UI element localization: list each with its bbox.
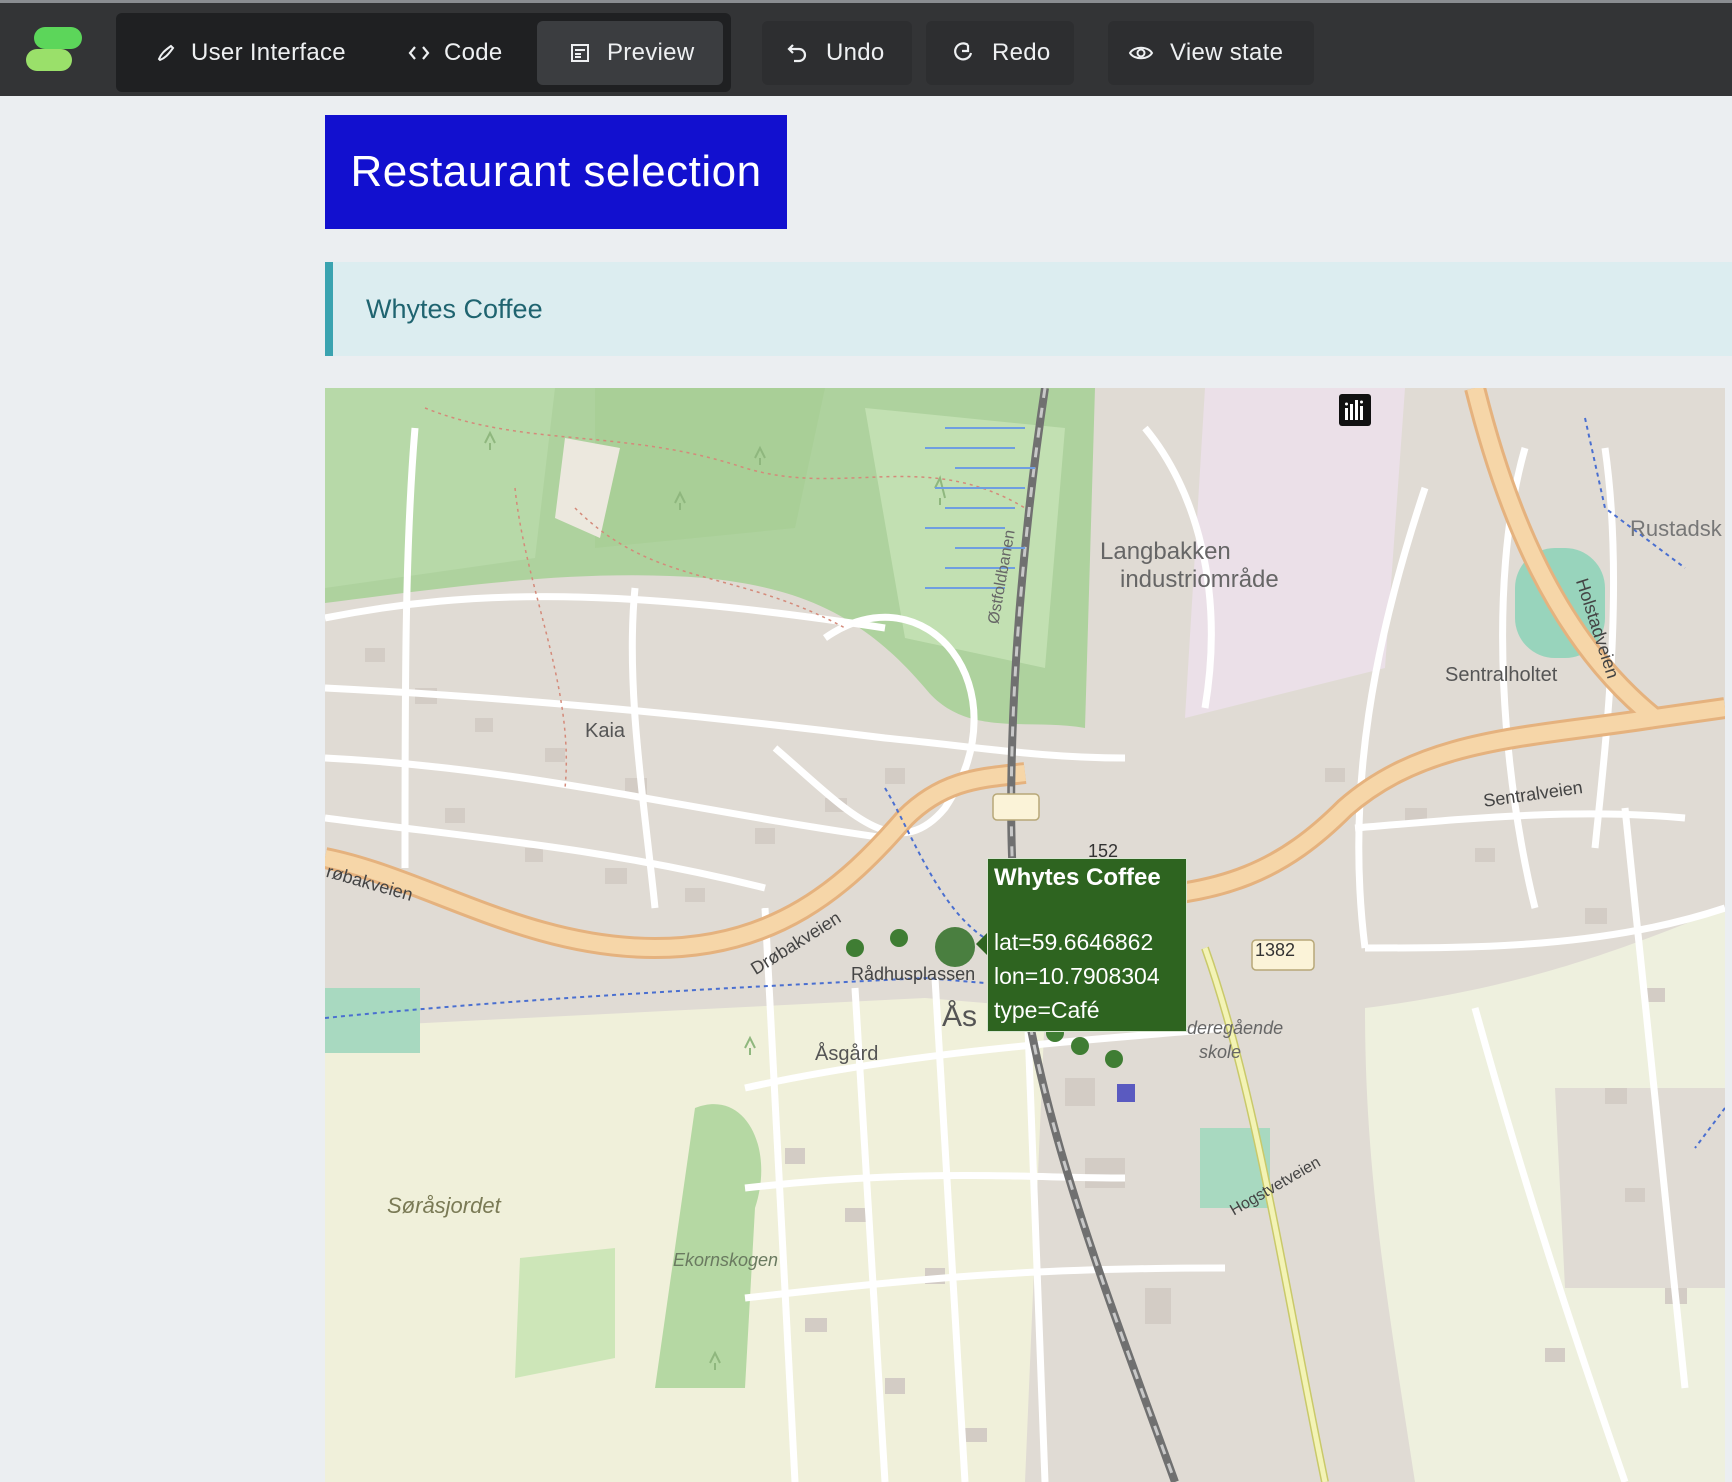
view-state-label: View state <box>1170 39 1284 66</box>
map-label-asgard: Åsgård <box>815 1043 879 1065</box>
eye-icon <box>1128 21 1154 85</box>
map-label-kaia: Kaia <box>585 720 626 742</box>
home-icon[interactable] <box>1341 394 1675 430</box>
restaurant-marker-selected[interactable] <box>935 927 975 967</box>
tab-user-interface[interactable]: User Interface <box>153 21 363 85</box>
map-label-sentralholtet: Sentralholtet <box>1445 664 1558 686</box>
map-label-industriomrade: industriområde <box>1120 566 1279 593</box>
map-label-rustadsk: Rustadsk <box>1630 516 1722 541</box>
pan-icon[interactable] <box>1340 394 1425 430</box>
code-icon <box>406 21 432 85</box>
restaurant-marker[interactable] <box>1105 1050 1123 1068</box>
preview-icon <box>567 21 593 85</box>
map-label-road-1382: 1382 <box>1255 940 1296 960</box>
lasso-icon[interactable] <box>1341 394 1525 430</box>
tab-preview[interactable]: Preview <box>537 21 723 85</box>
zoom-in-icon[interactable] <box>1341 394 1575 430</box>
tab-user-interface-label: User Interface <box>191 39 346 66</box>
undo-label: Undo <box>826 39 885 66</box>
map-label-sorasjordet: Søråsjordet <box>387 1193 501 1218</box>
map-label-videregaende: deregående <box>1187 1018 1284 1038</box>
map-modebar <box>1339 394 1725 430</box>
tooltip-lon: lon=10.7908304 <box>994 963 1160 989</box>
undo-icon <box>784 21 810 85</box>
tooltip-title: Whytes Coffee <box>994 864 1161 891</box>
brush-icon <box>153 21 179 85</box>
map-label-as: Ås <box>942 1000 978 1033</box>
restaurant-map[interactable]: Langbakken industriområde Sentralholtet … <box>325 388 1725 1482</box>
map-label-radhusplassen: Rådhusplassen <box>851 964 976 984</box>
redo-label: Redo <box>992 39 1051 66</box>
map-hover-tooltip: Whytes Coffee lat=59.6646862 lon=10.7908… <box>987 858 1187 1032</box>
map-label-ekornskogen: Ekornskogen <box>673 1250 779 1270</box>
top-toolbar: User Interface Code Preview Undo Redo Vi… <box>0 0 1732 96</box>
redo-button[interactable]: Redo <box>926 21 1074 85</box>
tooltip-type: type=Café <box>994 997 1100 1023</box>
map-label-skole: skole <box>1199 1042 1242 1062</box>
plotly-logo-icon[interactable] <box>1339 394 1725 430</box>
tab-code[interactable]: Code <box>406 21 536 85</box>
undo-button[interactable]: Undo <box>762 21 912 85</box>
restaurant-marker[interactable] <box>1071 1037 1089 1055</box>
restaurant-marker[interactable] <box>890 929 908 947</box>
selected-restaurant-banner: Whytes Coffee <box>325 262 1732 356</box>
box-select-icon[interactable] <box>1340 394 1475 430</box>
restaurant-marker[interactable] <box>846 939 864 957</box>
tab-preview-label: Preview <box>607 39 695 66</box>
redo-icon <box>950 21 976 85</box>
view-state-button[interactable]: View state <box>1108 21 1314 85</box>
tooltip-arrow <box>976 933 987 955</box>
map-label-langbakken: Langbakken <box>1100 538 1231 565</box>
page-title: Restaurant selection <box>325 115 787 229</box>
zoom-out-icon[interactable] <box>1341 394 1625 430</box>
tab-code-label: Code <box>444 39 503 66</box>
tooltip-lat: lat=59.6646862 <box>994 929 1154 955</box>
app-logo-icon <box>26 27 82 71</box>
selected-restaurant-name: Whytes Coffee <box>366 293 543 324</box>
